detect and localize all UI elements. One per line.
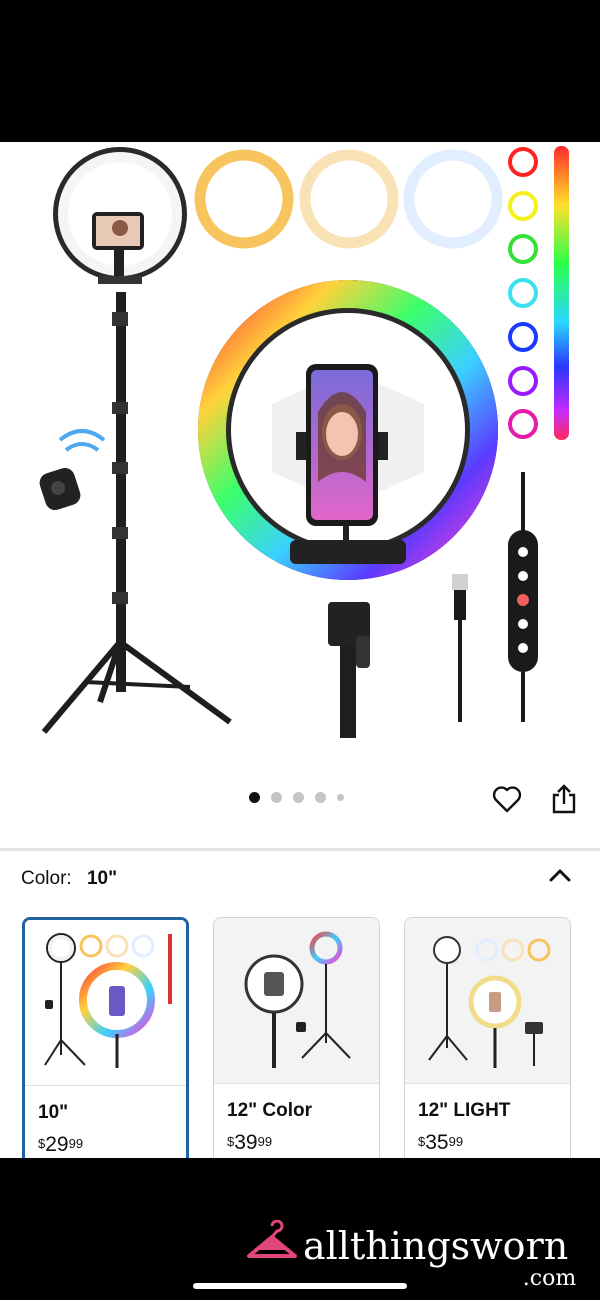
variation-price: $ 39 99 [227, 1131, 272, 1155]
wishlist-heart-icon[interactable] [490, 782, 524, 816]
ring-light-illustration [39, 146, 569, 738]
carousel-dot[interactable] [337, 794, 344, 801]
carousel-dot[interactable] [315, 792, 326, 803]
variation-name: 10" [38, 1102, 69, 1123]
price-whole: 39 [234, 1131, 258, 1154]
variation-option-10[interactable]: 10" $ 29 99 [22, 917, 189, 1173]
variation-thumbnail [214, 918, 379, 1084]
top-black-bar [0, 0, 600, 142]
variation-price: $ 29 99 [38, 1133, 83, 1157]
price-currency: $ [38, 1136, 46, 1151]
variation-thumbnail [25, 920, 186, 1086]
price-whole: 29 [45, 1133, 69, 1156]
chevron-up-icon[interactable] [546, 862, 574, 890]
variation-price: $ 35 99 [418, 1131, 463, 1155]
hanger-icon [247, 1220, 297, 1258]
price-currency: $ [418, 1134, 426, 1149]
price-currency: $ [227, 1134, 235, 1149]
price-whole: 35 [425, 1131, 449, 1154]
watermark-text: allthingsworn [303, 1224, 569, 1268]
variation-option-12-color[interactable]: 12" Color $ 39 99 [213, 917, 380, 1169]
variation-name: 12" Color [227, 1100, 313, 1121]
color-selected-value: 10" [86, 868, 118, 889]
carousel-dot[interactable] [271, 792, 282, 803]
product-image[interactable] [0, 142, 600, 782]
color-selector-header: Color: 10" [21, 868, 117, 890]
color-label: Color: [21, 868, 72, 889]
home-indicator[interactable] [193, 1283, 407, 1289]
carousel-indicator [249, 792, 344, 803]
watermark-suffix: .com [522, 1266, 577, 1291]
variation-options: 10" $ 29 99 12" Color $ 39 99 12" LIGHT … [22, 917, 571, 1173]
carousel-dot[interactable] [249, 792, 260, 803]
watermark-logo: allthingsworn .com [245, 1220, 576, 1291]
price-fraction: 99 [257, 1134, 273, 1149]
variation-thumbnail [405, 918, 570, 1084]
share-icon[interactable] [547, 782, 581, 816]
price-fraction: 99 [68, 1136, 84, 1151]
carousel-dot[interactable] [293, 792, 304, 803]
variation-name: 12" LIGHT [418, 1100, 511, 1121]
price-fraction: 99 [448, 1134, 464, 1149]
section-divider [0, 848, 600, 851]
variation-option-12-light[interactable]: 12" LIGHT $ 35 99 [404, 917, 571, 1169]
